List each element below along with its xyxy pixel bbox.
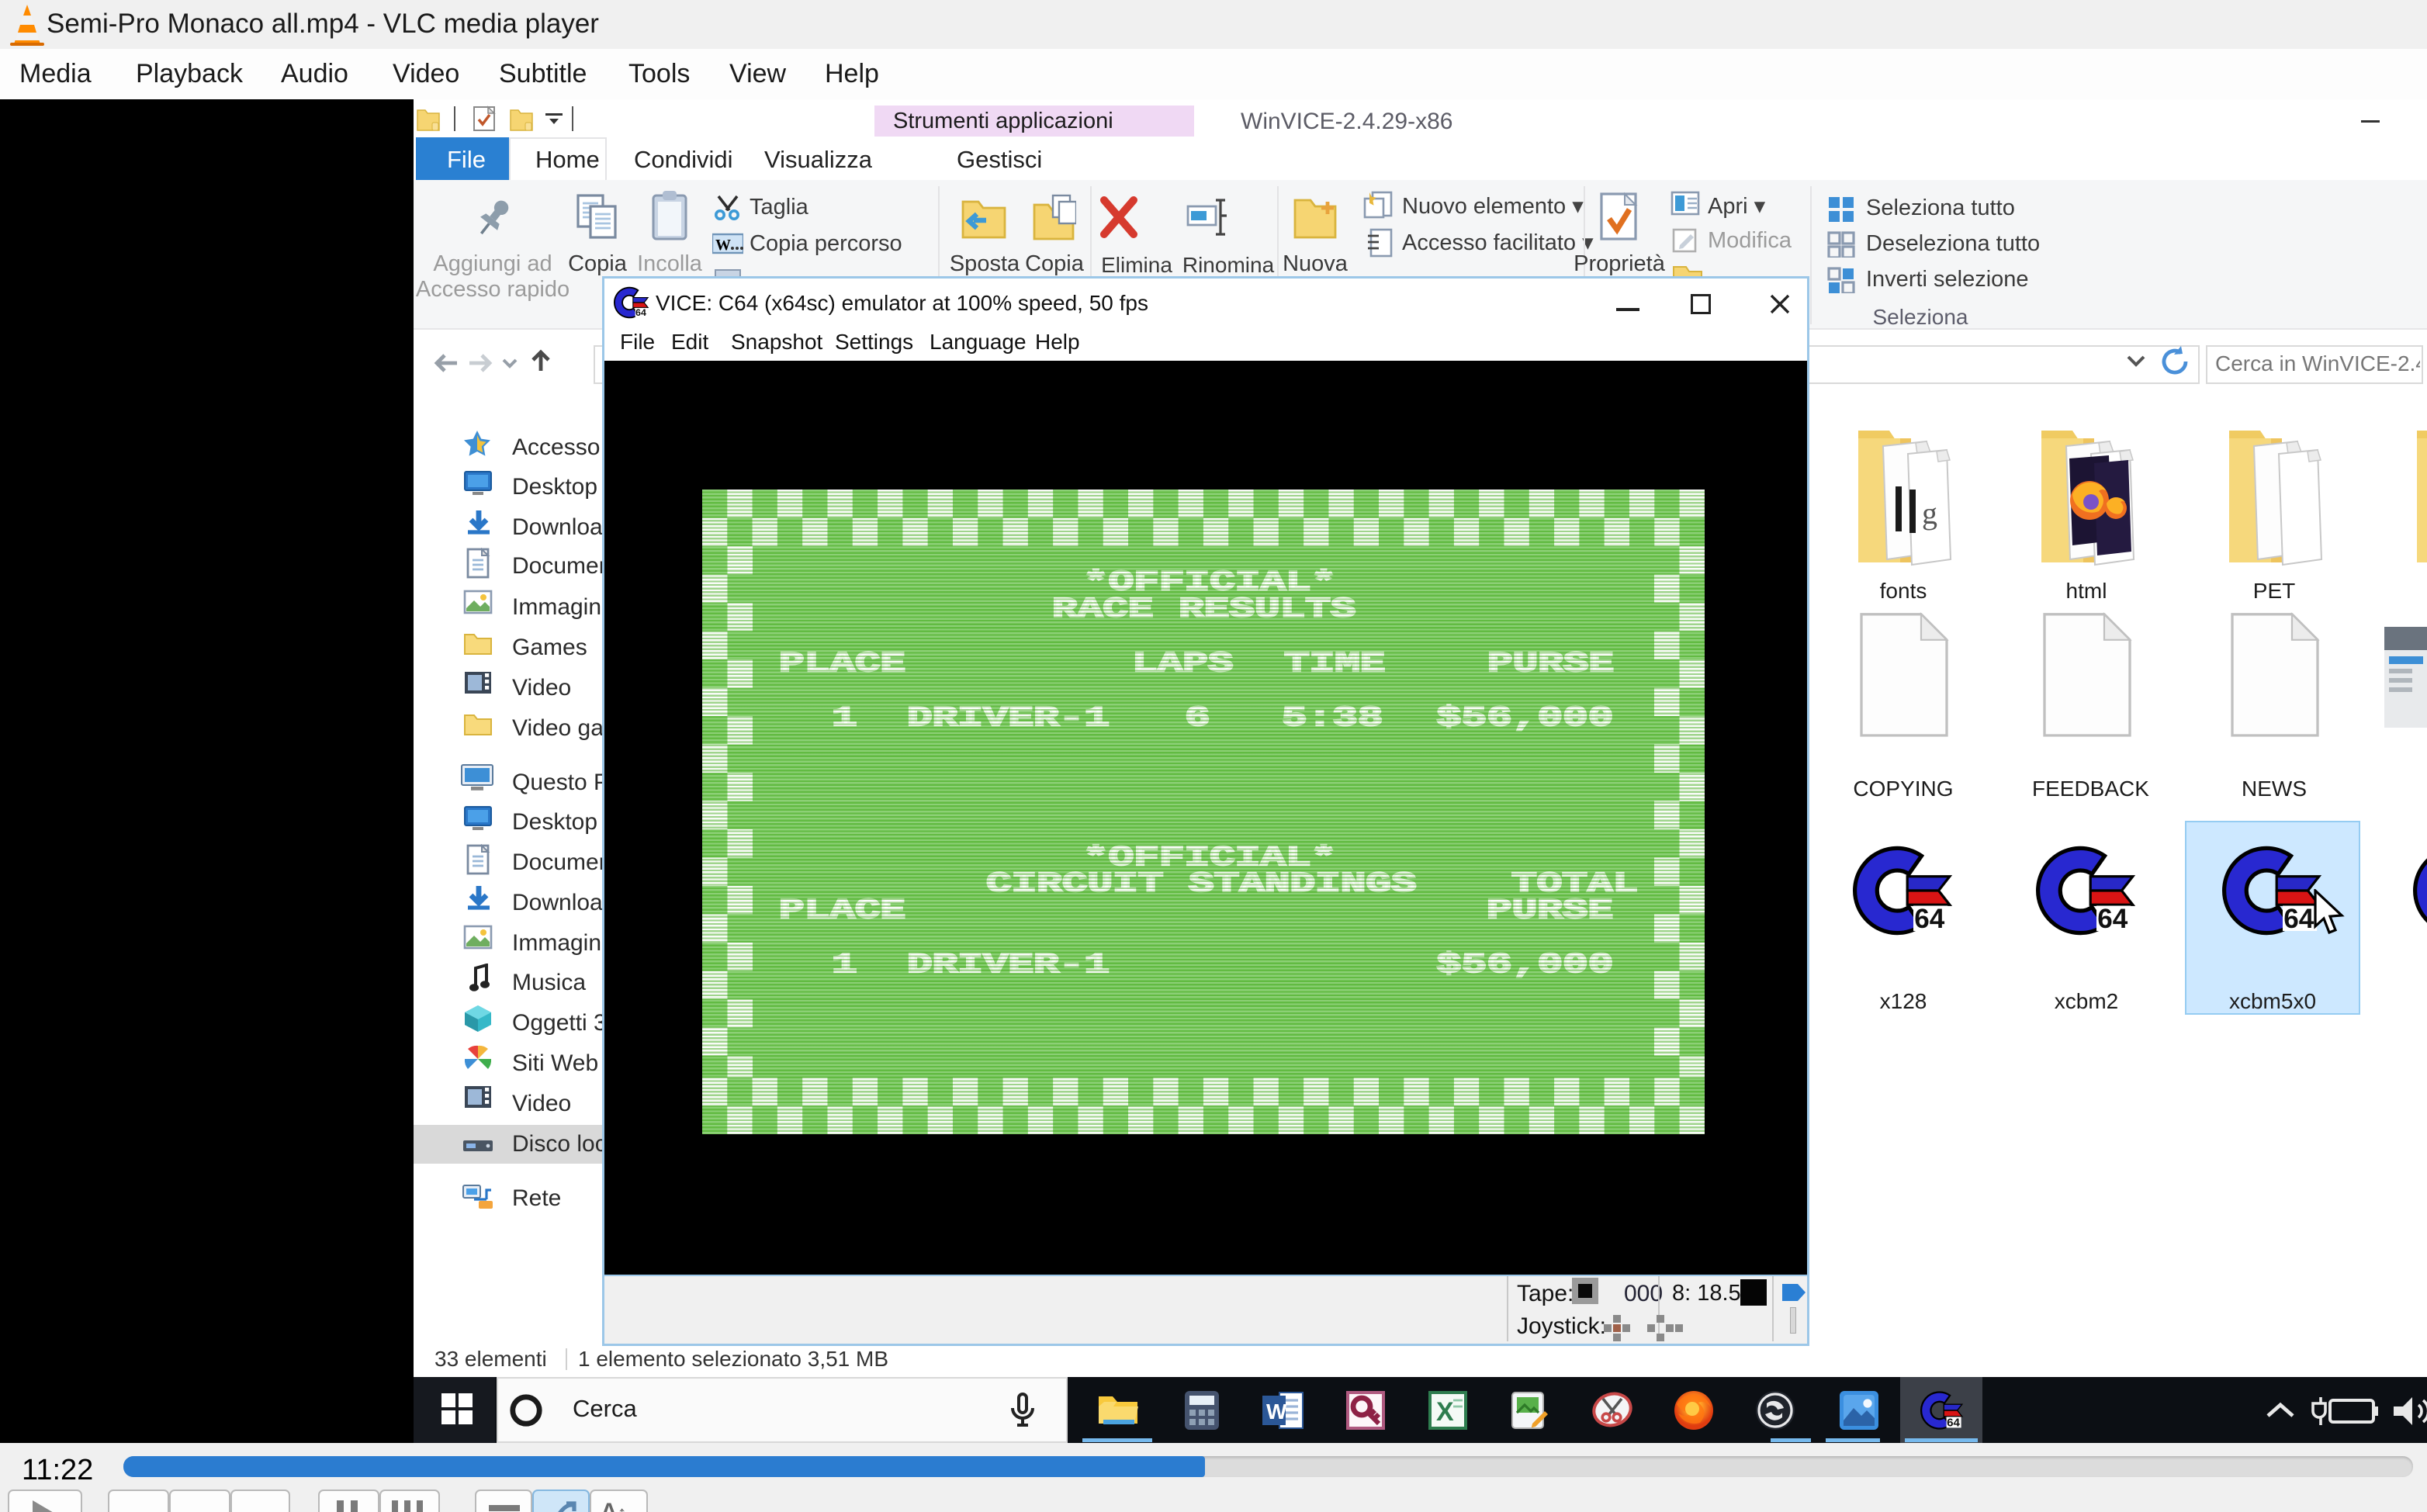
svg-text:X: X xyxy=(1436,1397,1454,1427)
svg-text:W: W xyxy=(1266,1400,1287,1424)
svg-text:g: g xyxy=(1922,496,1937,531)
svg-text:W: W xyxy=(715,237,731,254)
